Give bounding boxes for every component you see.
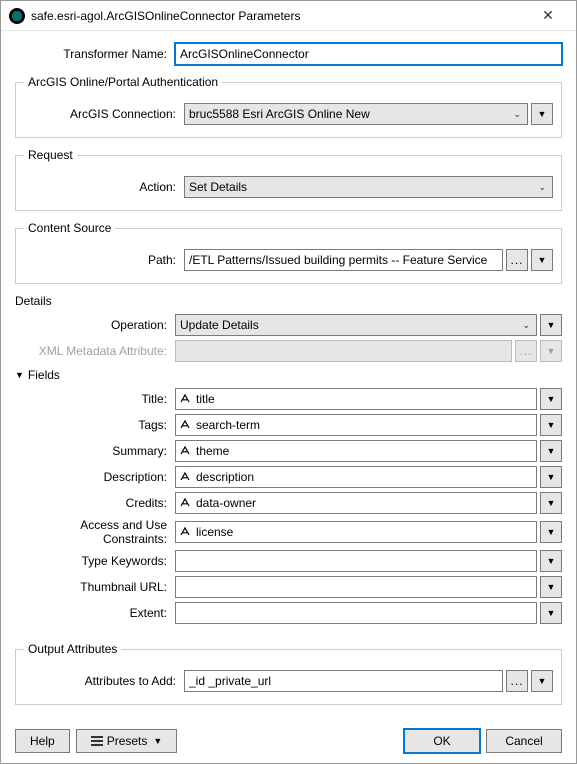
- titlebar: safe.esri-agol.ArcGISOnlineConnector Par…: [1, 1, 576, 31]
- connection-combo[interactable]: bruc5588 Esri ArcGIS Online New ⌄: [184, 103, 528, 125]
- app-icon: [9, 8, 25, 24]
- fields-legend-text: Fields: [28, 368, 60, 382]
- ok-button[interactable]: OK: [404, 729, 480, 753]
- tags-options-button[interactable]: ▼: [540, 414, 562, 436]
- attribute-icon: [176, 471, 194, 483]
- constraints-value: license: [194, 525, 233, 539]
- fields-group: ▼ Fields Title: title ▼ Tags: search-te: [15, 368, 562, 630]
- window-title: safe.esri-agol.ArcGISOnlineConnector Par…: [31, 9, 528, 23]
- attrs-input[interactable]: [184, 670, 503, 692]
- title-input[interactable]: title: [175, 388, 537, 410]
- tags-value: search-term: [194, 418, 260, 432]
- xml-label: XML Metadata Attribute:: [15, 344, 175, 358]
- help-button[interactable]: Help: [15, 729, 70, 753]
- chevron-down-icon: ▼: [153, 736, 162, 746]
- presets-icon: [91, 736, 103, 746]
- close-button[interactable]: ✕: [528, 7, 568, 24]
- thumb-input[interactable]: [175, 576, 537, 598]
- button-bar: Help Presets ▼ OK Cancel: [15, 729, 562, 753]
- credits-label: Credits:: [15, 496, 175, 510]
- chevron-down-icon: ⌄: [511, 109, 523, 120]
- attribute-icon: [176, 393, 194, 405]
- extent-input[interactable]: [175, 602, 537, 624]
- credits-value: data-owner: [194, 496, 256, 510]
- summary-input[interactable]: theme: [175, 440, 537, 462]
- description-value: description: [194, 470, 254, 484]
- connection-options-button[interactable]: ▼: [531, 103, 553, 125]
- tags-label: Tags:: [15, 418, 175, 432]
- attrs-options-button[interactable]: ▼: [531, 670, 553, 692]
- description-input[interactable]: description: [175, 466, 537, 488]
- tags-input[interactable]: search-term: [175, 414, 537, 436]
- path-browse-button[interactable]: ...: [506, 249, 528, 271]
- constraints-label: Access and Use Constraints:: [15, 518, 175, 546]
- chevron-down-icon: ⌄: [536, 182, 548, 193]
- output-group: Output Attributes Attributes to Add: ...…: [15, 642, 562, 705]
- transformer-name-label: Transformer Name:: [15, 47, 175, 61]
- auth-legend: ArcGIS Online/Portal Authentication: [24, 75, 222, 89]
- action-value: Set Details: [189, 180, 536, 194]
- credits-input[interactable]: data-owner: [175, 492, 537, 514]
- path-input[interactable]: [184, 249, 503, 271]
- keywords-options-button[interactable]: ▼: [540, 550, 562, 572]
- description-label: Description:: [15, 470, 175, 484]
- keywords-label: Type Keywords:: [15, 554, 175, 568]
- thumb-options-button[interactable]: ▼: [540, 576, 562, 598]
- constraints-input[interactable]: license: [175, 521, 537, 543]
- constraints-options-button[interactable]: ▼: [540, 521, 562, 543]
- dialog-window: safe.esri-agol.ArcGISOnlineConnector Par…: [0, 0, 577, 764]
- transformer-name-row: Transformer Name:: [15, 43, 562, 65]
- caret-down-icon: ▼: [15, 370, 24, 380]
- xml-combo: [175, 340, 512, 362]
- thumb-label: Thumbnail URL:: [15, 580, 175, 594]
- presets-button[interactable]: Presets ▼: [76, 729, 178, 753]
- title-label: Title:: [15, 392, 175, 406]
- summary-label: Summary:: [15, 444, 175, 458]
- connection-label: ArcGIS Connection:: [24, 107, 184, 121]
- extent-label: Extent:: [15, 606, 175, 620]
- content-source-legend: Content Source: [24, 221, 115, 235]
- credits-options-button[interactable]: ▼: [540, 492, 562, 514]
- title-options-button[interactable]: ▼: [540, 388, 562, 410]
- xml-options-button: ▼: [540, 340, 562, 362]
- operation-label: Operation:: [15, 318, 175, 332]
- description-options-button[interactable]: ▼: [540, 466, 562, 488]
- fields-toggle[interactable]: ▼ Fields: [15, 368, 64, 382]
- attrs-browse-button[interactable]: ...: [506, 670, 528, 692]
- auth-group: ArcGIS Online/Portal Authentication ArcG…: [15, 75, 562, 138]
- details-legend: Details: [15, 294, 56, 308]
- path-options-button[interactable]: ▼: [531, 249, 553, 271]
- path-label: Path:: [24, 253, 184, 267]
- keywords-input[interactable]: [175, 550, 537, 572]
- attrs-label: Attributes to Add:: [24, 674, 184, 688]
- summary-value: theme: [194, 444, 229, 458]
- extent-options-button[interactable]: ▼: [540, 602, 562, 624]
- cancel-button[interactable]: Cancel: [486, 729, 562, 753]
- connection-value: bruc5588 Esri ArcGIS Online New: [189, 107, 511, 121]
- action-combo[interactable]: Set Details ⌄: [184, 176, 553, 198]
- operation-combo[interactable]: Update Details ⌄: [175, 314, 537, 336]
- details-group: Details Operation: Update Details ⌄ ▼ XM…: [15, 294, 562, 634]
- operation-value: Update Details: [180, 318, 520, 332]
- attribute-icon: [176, 419, 194, 431]
- attribute-icon: [176, 497, 194, 509]
- summary-options-button[interactable]: ▼: [540, 440, 562, 462]
- chevron-down-icon: ⌄: [520, 320, 532, 331]
- action-label: Action:: [24, 180, 184, 194]
- attribute-icon: [176, 526, 194, 538]
- transformer-name-input[interactable]: [175, 43, 562, 65]
- request-group: Request Action: Set Details ⌄: [15, 148, 562, 211]
- content-source-group: Content Source Path: ... ▼: [15, 221, 562, 284]
- output-legend: Output Attributes: [24, 642, 121, 656]
- title-value: title: [194, 392, 215, 406]
- operation-options-button[interactable]: ▼: [540, 314, 562, 336]
- attribute-icon: [176, 445, 194, 457]
- request-legend: Request: [24, 148, 77, 162]
- dialog-content: Transformer Name: ArcGIS Online/Portal A…: [1, 31, 576, 705]
- xml-browse-button: ...: [515, 340, 537, 362]
